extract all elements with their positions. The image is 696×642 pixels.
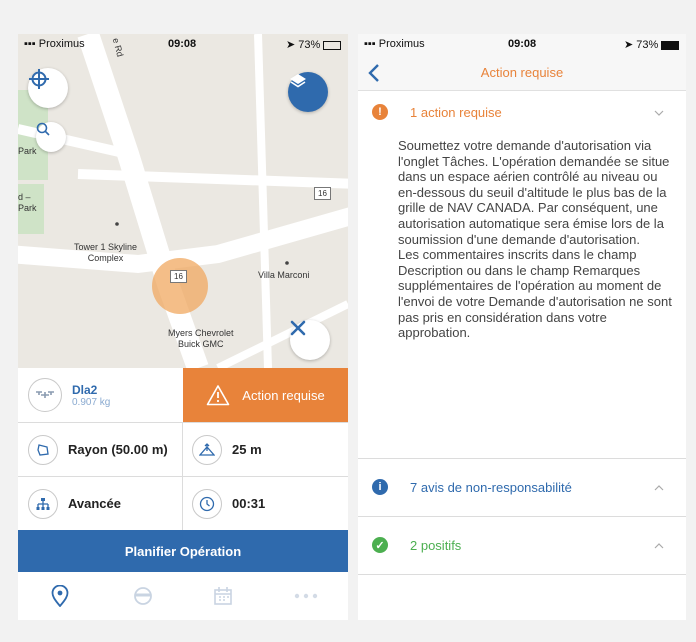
section-title: 7 avis de non-responsabilité	[410, 480, 572, 495]
chevron-up-icon	[654, 485, 664, 491]
page-title: Action requise	[480, 65, 564, 80]
action-required-button[interactable]: Action requise	[183, 368, 348, 422]
warning-icon	[206, 385, 230, 406]
layers-icon	[290, 74, 306, 88]
close-icon	[290, 320, 306, 336]
map-label-villa: Villa Marconi	[258, 270, 310, 280]
status-bar: ▪▪▪ Proximus 09:08 ➤ 73%	[358, 34, 686, 56]
operation-panel: Dla2 0.907 kg Action requise Rayon (50.0…	[18, 368, 348, 530]
status-bar: ▪▪▪ Proximus 09:08 ➤ 73%	[18, 34, 348, 56]
drone-info: Dla2 0.907 kg	[72, 383, 110, 408]
battery-text: 73%	[298, 39, 321, 51]
tab-map[interactable]	[48, 584, 72, 608]
route-shield: 16	[314, 187, 331, 200]
status-time: 09:08	[168, 38, 197, 50]
locate-button[interactable]	[28, 68, 68, 108]
chevron-down-icon	[654, 110, 664, 116]
mode-field[interactable]: Avancée	[28, 477, 182, 530]
map-pin-icon	[51, 585, 69, 607]
section-actions-required[interactable]: ! 1 action requise Soumettez votre deman…	[358, 90, 686, 458]
search-button[interactable]	[36, 122, 66, 152]
tab-more[interactable]	[294, 584, 318, 608]
chevron-up-icon	[654, 543, 664, 549]
tab-bar	[18, 572, 348, 620]
close-button[interactable]	[290, 320, 330, 360]
area-icon	[28, 434, 58, 465]
pilot-icon	[134, 587, 152, 605]
map-label-tower: Tower 1 Skyline Complex	[74, 242, 138, 263]
tab-pilot[interactable]	[131, 584, 155, 608]
duration-field[interactable]: 00:31	[192, 477, 342, 530]
hierarchy-icon	[28, 488, 58, 519]
more-icon	[294, 593, 318, 599]
right-phone-screen: ▪▪▪ Proximus 09:08 ➤ 73% Action requise …	[358, 34, 686, 620]
divider	[358, 574, 686, 575]
section-positives[interactable]: ✓ 2 positifs	[358, 517, 686, 574]
calendar-icon	[214, 587, 232, 605]
tab-calendar[interactable]	[211, 584, 235, 608]
plan-operation-button[interactable]: Planifier Opération	[18, 530, 348, 572]
location-arrow-icon: ➤	[624, 39, 637, 51]
crosshair-icon	[29, 69, 49, 89]
drone-weight: 0.907 kg	[72, 396, 111, 408]
carrier-text: Proximus	[38, 38, 85, 50]
drone-name: Dla2	[72, 382, 98, 397]
radius-field[interactable]: Rayon (50.00 m)	[28, 423, 182, 476]
mode-value: Avancée	[68, 496, 121, 511]
action-required-label: Action requise	[242, 387, 325, 403]
carrier-label: ▪▪▪ Proximus	[364, 38, 425, 50]
signal-icon: ▪▪▪	[24, 38, 39, 50]
left-phone-screen: e Rd Park d – Park Tower 1 Skyline Compl…	[18, 34, 348, 620]
section-title: 1 action requise	[410, 105, 502, 120]
alert-icon: !	[372, 104, 388, 120]
battery-label: ➤ 73%	[286, 38, 342, 51]
carrier-text: Proximus	[378, 38, 425, 50]
battery-text: 73%	[636, 39, 659, 51]
map-label-myers: Myers Chevrolet Buick GMC	[168, 328, 234, 349]
map-label-park: Park	[18, 146, 37, 156]
info-icon: i	[372, 479, 388, 495]
section-disclaimers[interactable]: i 7 avis de non-responsabilité	[358, 459, 686, 516]
drone-selector[interactable]: Dla2 0.907 kg	[28, 368, 182, 422]
clock-icon	[192, 488, 222, 519]
signal-icon: ▪▪▪	[364, 38, 379, 50]
section-body: Soumettez votre demande d'autorisation v…	[398, 138, 672, 341]
battery-icon	[661, 40, 680, 50]
search-icon	[36, 122, 50, 136]
route-shield: 16	[170, 270, 187, 283]
check-icon: ✓	[372, 537, 388, 553]
altitude-icon	[192, 434, 222, 465]
location-arrow-icon: ➤	[286, 39, 299, 51]
nav-bar: Action requise	[358, 56, 686, 91]
map-label-park-2: d – Park	[18, 192, 37, 213]
altitude-field[interactable]: 25 m	[192, 423, 342, 476]
section-title: 2 positifs	[410, 538, 462, 553]
drone-icon	[28, 378, 62, 412]
altitude-value: 25 m	[232, 442, 262, 457]
map-view[interactable]: e Rd Park d – Park Tower 1 Skyline Compl…	[18, 34, 348, 368]
battery-label: ➤ 73%	[624, 38, 680, 51]
battery-icon	[323, 40, 342, 50]
status-time: 09:08	[508, 38, 537, 50]
duration-value: 00:31	[232, 496, 266, 511]
layers-button[interactable]	[288, 72, 328, 112]
radius-value: Rayon (50.00 m)	[68, 442, 168, 457]
carrier-label: ▪▪▪ Proximus	[24, 38, 85, 50]
